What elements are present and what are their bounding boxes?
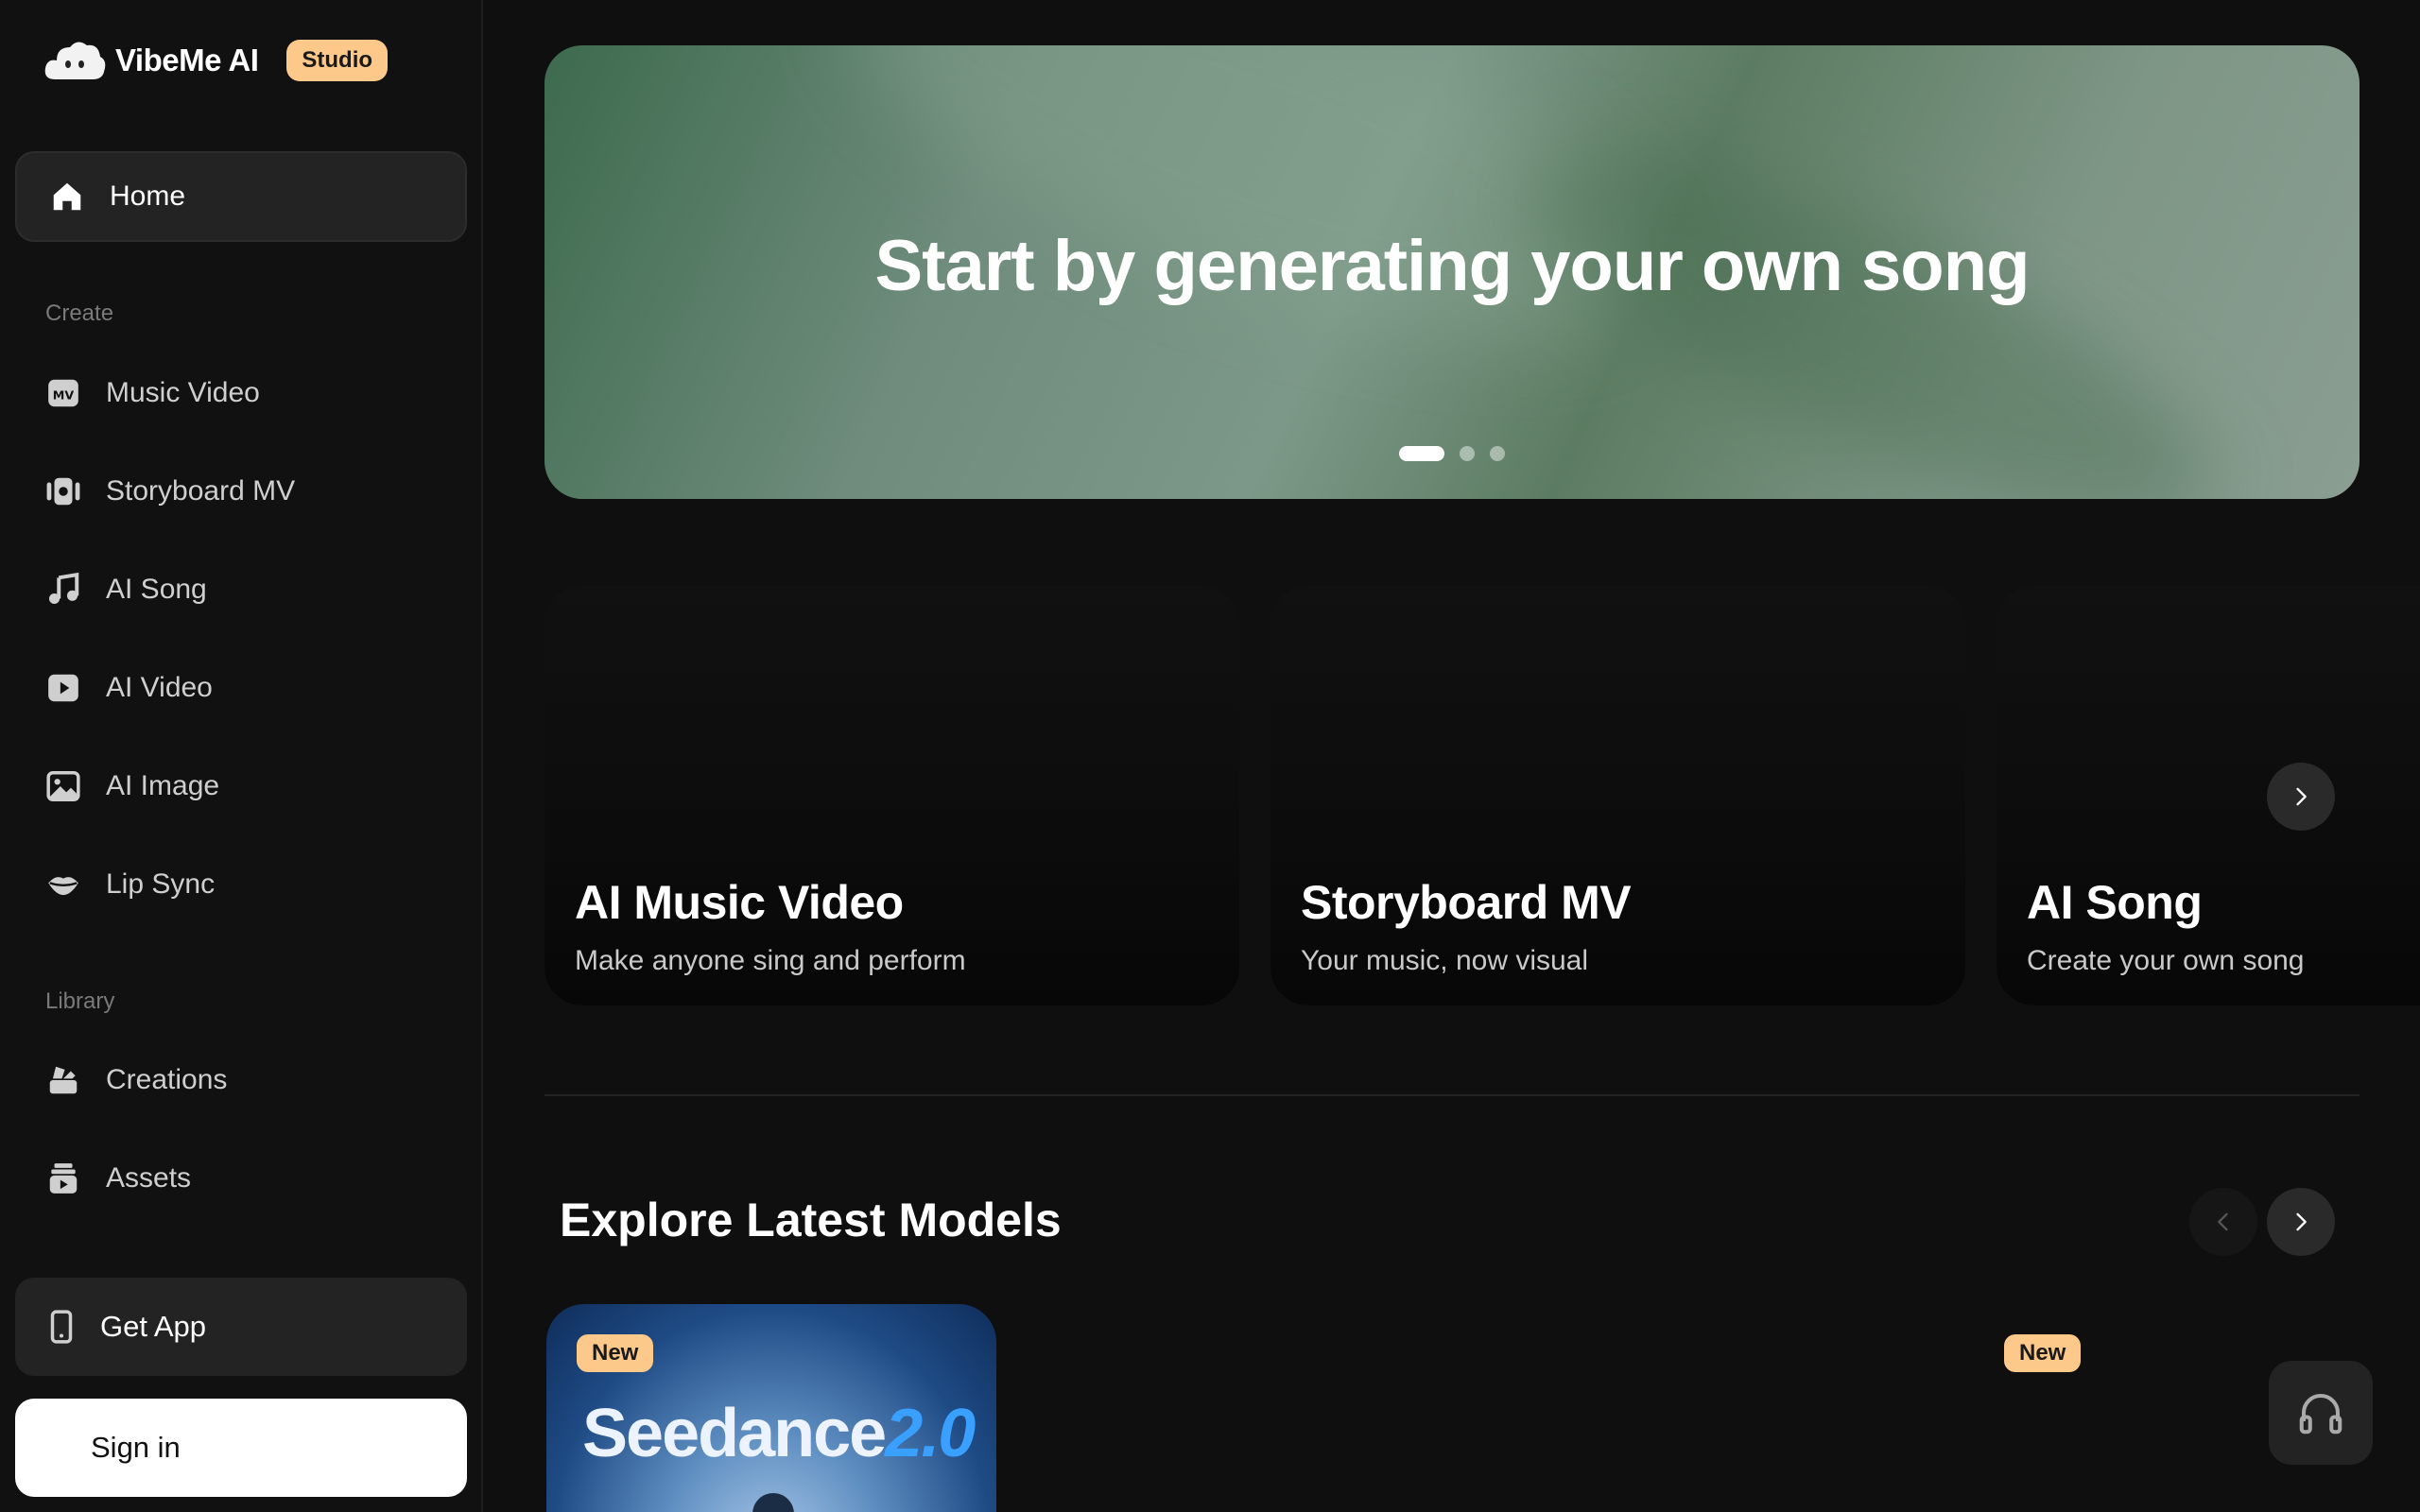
models-prev-button[interactable] (2189, 1188, 2257, 1256)
nav-lip-sync-label: Lip Sync (106, 868, 216, 900)
mv-icon: MV (48, 379, 78, 407)
brand-name: VibeMe AI (115, 43, 259, 77)
explore-models-title: Explore Latest Models (560, 1194, 1062, 1246)
feature-card-title: AI Music Video (575, 876, 904, 929)
headphones-icon (2299, 1393, 2342, 1435)
nav-creations[interactable]: Creations (15, 1042, 467, 1118)
play-icon (48, 674, 78, 702)
phone-icon (50, 1310, 73, 1344)
nav-assets[interactable]: Assets (15, 1141, 467, 1216)
hero-title: Start by generating your own song (874, 226, 2030, 306)
nav-ai-song-label: AI Song (106, 574, 207, 605)
feature-card-title: Storyboard MV (1301, 876, 1632, 929)
nav-creations-label: Creations (106, 1064, 228, 1095)
nav-assets-label: Assets (106, 1162, 192, 1194)
nav-ai-song[interactable]: AI Song (15, 552, 467, 627)
carousel-dots (1399, 446, 1505, 461)
carousel-dot-1[interactable] (1399, 446, 1444, 461)
sign-in-button[interactable]: Sign in (15, 1399, 467, 1497)
svg-text:MV: MV (53, 387, 75, 402)
feature-card-subtitle: Make anyone sing and perform (575, 945, 966, 976)
chevron-right-icon (2296, 787, 2307, 806)
models-next-button[interactable] (2267, 1188, 2335, 1256)
creations-icon (49, 1066, 78, 1094)
music-note-icon (48, 572, 79, 605)
support-button[interactable] (2269, 1361, 2373, 1465)
nav-ai-video-label: AI Video (106, 672, 213, 703)
section-label-library: Library (45, 988, 115, 1014)
nav-music-video-label: Music Video (106, 377, 260, 408)
get-app-label: Get App (100, 1310, 207, 1343)
model-brand-name: Seedance (582, 1396, 887, 1471)
cloud-logo-icon (44, 42, 106, 79)
logo[interactable]: VibeMe AI Studio (43, 34, 389, 87)
nav-storyboard-mv-label: Storyboard MV (106, 475, 296, 507)
feature-card-ai-song[interactable]: AI Song Create your own song (1996, 586, 2420, 1005)
assets-icon (49, 1163, 78, 1194)
nav-lip-sync[interactable]: Lip Sync (15, 847, 467, 922)
nav-home[interactable]: Home (15, 151, 467, 242)
model-brand: Seedance2.0 (582, 1395, 976, 1472)
lips-icon (48, 877, 78, 896)
get-app-button[interactable]: Get App (15, 1278, 467, 1376)
carousel-dot-3[interactable] (1490, 446, 1505, 461)
studio-badge: Studio (286, 40, 389, 81)
chevron-right-icon (2296, 1212, 2307, 1231)
nav-ai-image-label: AI Image (106, 770, 220, 801)
nav-ai-video[interactable]: AI Video (15, 650, 467, 726)
sidebar: VibeMe AI Studio Home Create MV Music Vi… (0, 0, 483, 1512)
hero-banner[interactable]: Start by generating your own song (544, 45, 2360, 499)
feature-card-subtitle: Your music, now visual (1301, 945, 1589, 976)
home-icon (53, 182, 81, 211)
sign-in-label: Sign in (91, 1431, 181, 1464)
storyboard-icon (46, 477, 80, 506)
nav-home-label: Home (110, 180, 186, 212)
model-figure (752, 1493, 794, 1512)
new-badge: New (2004, 1334, 2082, 1372)
new-badge: New (577, 1334, 654, 1372)
chevron-left-icon (2218, 1212, 2228, 1231)
image-icon (46, 771, 80, 801)
feature-card-subtitle: Create your own song (2027, 945, 2305, 976)
feature-card-title: AI Song (2027, 876, 2203, 929)
model-card-seedance[interactable]: Seedance2.0 New (546, 1304, 996, 1512)
nav-storyboard-mv[interactable]: Storyboard MV (15, 454, 467, 529)
section-divider (544, 1094, 2360, 1096)
carousel-dot-2[interactable] (1460, 446, 1475, 461)
nav-music-video[interactable]: MV Music Video (15, 355, 467, 431)
model-brand-version: 2.0 (885, 1396, 976, 1471)
nav-ai-image[interactable]: AI Image (15, 748, 467, 824)
features-next-button[interactable] (2267, 763, 2335, 831)
feature-card-storyboard-mv[interactable]: Storyboard MV Your music, now visual (1270, 586, 1965, 1005)
section-label-create: Create (45, 301, 114, 326)
feature-card-ai-music-video[interactable]: AI Music Video Make anyone sing and perf… (544, 586, 1239, 1005)
